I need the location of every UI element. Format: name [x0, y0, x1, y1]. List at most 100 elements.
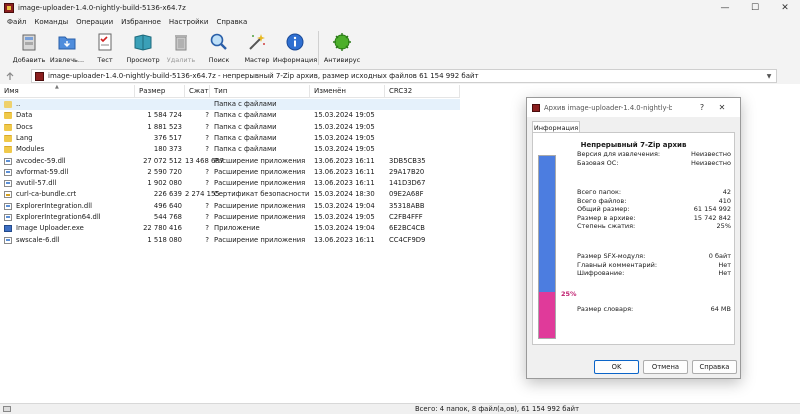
- minimize-button[interactable]: —: [710, 0, 740, 16]
- test-button[interactable]: Тест: [86, 28, 124, 66]
- menu-operations[interactable]: Операции: [72, 18, 117, 26]
- ok-button[interactable]: OK: [594, 360, 639, 374]
- cell-name: avformat-59.dll: [16, 167, 69, 176]
- extract-folder-icon: [56, 31, 78, 53]
- table-row[interactable]: Data 1 584 724? Папка с файлами 15.03.2024 …: [0, 110, 460, 121]
- dialog-help-button[interactable]: ?: [692, 98, 712, 117]
- wizard-button-label: Мастер: [244, 56, 270, 64]
- table-row[interactable]: ExplorerIntegration.dll 496 640? Расширени…: [0, 201, 460, 212]
- menu-bar: Файл Команды Операции Избранное Настройк…: [0, 16, 800, 28]
- up-one-level-button[interactable]: [3, 69, 17, 83]
- property-label: Шифрование:: [577, 269, 625, 278]
- table-row[interactable]: Modules 180 373? Папка с файлами 15.03.2024…: [0, 144, 460, 155]
- extract-button[interactable]: Извлечь...: [48, 28, 86, 66]
- column-header-name[interactable]: Имя ▲: [0, 84, 135, 98]
- delete-button-label: Удалить: [166, 56, 196, 64]
- parent-folder-icon: [4, 101, 12, 108]
- delete-trash-icon: [170, 31, 192, 53]
- find-button-label: Поиск: [208, 56, 230, 64]
- cell-crc: [389, 144, 459, 155]
- antivirus-icon: [331, 31, 353, 53]
- toolbar-separator: [318, 31, 319, 65]
- drive-icon: [3, 406, 11, 412]
- property-value: 25%: [716, 222, 731, 231]
- address-field[interactable]: image-uploader-1.4.0-nightly-build-5136-…: [31, 69, 777, 83]
- column-header-crc[interactable]: CRC32: [385, 85, 460, 98]
- menu-favorites[interactable]: Избранное: [117, 18, 165, 26]
- cell-packed: ?: [205, 213, 209, 221]
- cell-packed: ?: [205, 201, 209, 210]
- delete-button[interactable]: Удалить: [162, 28, 200, 66]
- find-button[interactable]: Поиск: [200, 28, 238, 66]
- cell-packed: ?: [205, 111, 209, 120]
- column-header-size[interactable]: Размер: [135, 85, 185, 98]
- close-button[interactable]: ✕: [770, 0, 800, 16]
- help-button[interactable]: Справка: [692, 360, 737, 374]
- maximize-button[interactable]: ☐: [740, 0, 770, 16]
- add-button-label: Добавить: [12, 56, 46, 64]
- menu-commands[interactable]: Команды: [30, 18, 72, 26]
- antivirus-button[interactable]: Антивирус: [323, 28, 361, 66]
- column-crc-label: CRC32: [389, 87, 413, 95]
- window-title: image-uploader-1.4.0-nightly-build-5136-…: [18, 4, 186, 12]
- archive-type-heading: Непрерывный 7-Zip архив: [580, 141, 687, 149]
- view-button[interactable]: Просмотр: [124, 28, 162, 66]
- cell-modified: 13.06.2023 16:11: [314, 179, 375, 188]
- cell-type: Расширение приложения: [214, 156, 306, 165]
- view-button-label: Просмотр: [126, 56, 160, 64]
- table-row[interactable]: Docs 1 881 523? Папка с файлами 15.03.2024 …: [0, 122, 460, 133]
- cell-name: ExplorerIntegration64.dll: [16, 213, 101, 221]
- property-row: Базовая ОС: Неизвестно: [577, 159, 731, 168]
- column-header-type[interactable]: Тип: [210, 85, 310, 98]
- property-label: Всего папок:: [577, 188, 622, 196]
- menu-file[interactable]: Файл: [3, 18, 30, 26]
- property-label: Размер словаря:: [577, 305, 634, 313]
- table-row[interactable]: swscale-6.dll 1 518 080? Расширение прилож…: [0, 235, 460, 246]
- cell-name: Modules: [16, 145, 45, 154]
- winrar-app-icon[interactable]: [4, 3, 14, 13]
- dialog-archive-icon: [532, 103, 540, 112]
- table-row[interactable]: avformat-59.dll 2 590 720? Расширение прил…: [0, 167, 460, 178]
- table-row[interactable]: ExplorerIntegration64.dll 544 768? Расшире…: [0, 212, 460, 223]
- address-bar: image-uploader-1.4.0-nightly-build-5136-…: [0, 68, 800, 84]
- add-button[interactable]: Добавить: [10, 28, 48, 66]
- test-button-label: Тест: [97, 56, 113, 64]
- extract-button-label: Извлечь...: [49, 56, 85, 64]
- cell-size: 1 584 724: [147, 111, 182, 120]
- table-row[interactable]: Image Uploader.exe 22 780 416? Приложение 1…: [0, 223, 460, 234]
- property-value: 0 байт: [708, 252, 731, 260]
- cell-size: 496 640: [153, 201, 182, 210]
- status-text: Всего: 4 папок, 8 файл(а,ов), 61 154 992…: [415, 405, 580, 413]
- cell-packed: ?: [205, 224, 209, 233]
- table-row[interactable]: Lang 376 517? Папка с файлами 15.03.2024 19…: [0, 133, 460, 144]
- wizard-button[interactable]: Мастер: [238, 28, 276, 66]
- property-row: Степень сжатия: 25%: [577, 222, 731, 231]
- table-row[interactable]: avutil-57.dll 1 902 080? Расширение прилож…: [0, 178, 460, 189]
- view-book-icon: [132, 31, 154, 53]
- property-row: Шифрование: Нет: [577, 269, 731, 278]
- dialog-close-button[interactable]: ✕: [712, 98, 732, 117]
- folder-icon: [4, 146, 12, 154]
- menu-help[interactable]: Справка: [212, 18, 251, 26]
- property-label: Размер в архиве:: [577, 213, 636, 222]
- cell-modified: 15.03.2024 18:30: [314, 190, 375, 199]
- menu-settings[interactable]: Настройки: [165, 18, 213, 26]
- column-header-packed[interactable]: Сжат: [185, 85, 210, 98]
- cell-type: Расширение приложения: [214, 213, 306, 221]
- add-archive-icon: [18, 31, 40, 53]
- info-button[interactable]: Информация: [273, 28, 317, 66]
- table-row[interactable]: .. Папка с файлами: [0, 99, 460, 111]
- property-value: Нет: [718, 269, 731, 278]
- property-value: Нет: [718, 260, 731, 269]
- cell-size: 544 768: [153, 213, 182, 221]
- dll-file-icon: [4, 214, 12, 221]
- dll-file-icon: [4, 157, 12, 165]
- column-header-modified[interactable]: Изменён: [310, 85, 385, 98]
- cell-size: 1 902 080: [147, 179, 182, 188]
- cell-packed: ?: [205, 122, 209, 131]
- address-dropdown-chevron-icon[interactable]: ▼: [762, 70, 776, 82]
- table-row[interactable]: avcodec-59.dll 27 072 512 13 468 687 Расшир…: [0, 156, 460, 167]
- cancel-button[interactable]: Отмена: [643, 360, 688, 374]
- table-row[interactable]: curl-ca-bundle.crt 226 639 2 274 155 Сертиф…: [0, 189, 460, 200]
- property-value: 42: [722, 188, 731, 196]
